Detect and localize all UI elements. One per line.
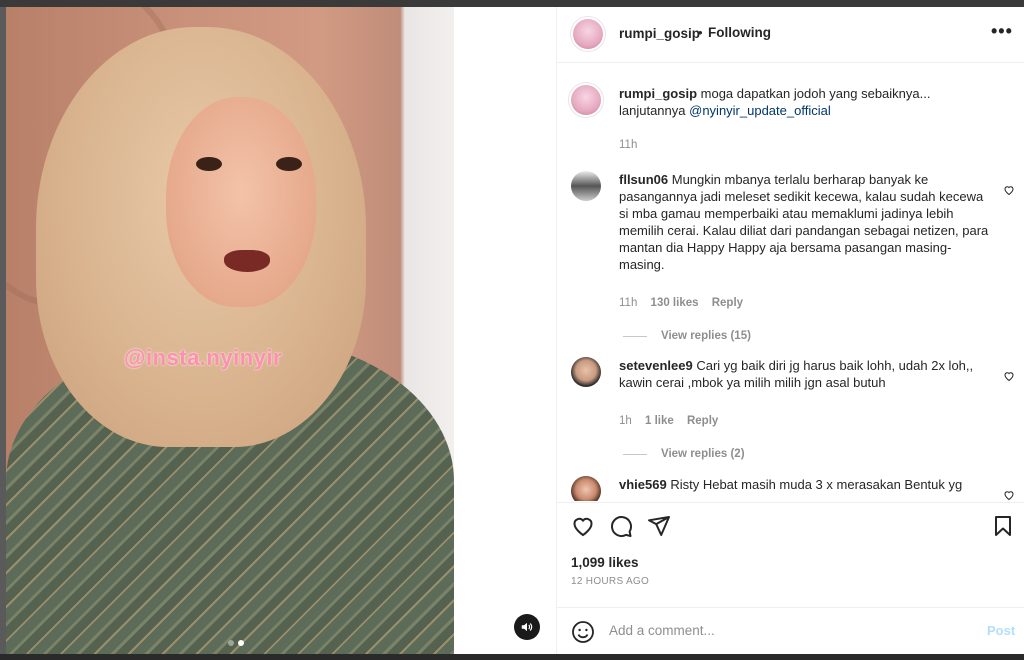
caption-mention-link[interactable]: @nyinyir_update_official	[689, 103, 831, 118]
carousel-dot	[228, 640, 234, 646]
comment-avatar[interactable]	[571, 357, 601, 387]
comment-reply-button[interactable]: Reply	[712, 297, 743, 309]
author-avatar[interactable]	[573, 19, 603, 49]
comment-time[interactable]: 11h	[619, 297, 637, 309]
following-button[interactable]: Following	[708, 25, 771, 40]
browser-top-strip	[0, 0, 1024, 7]
comment-text: setevenlee9 Cari yg baik diri jg harus b…	[619, 357, 989, 391]
view-replies-line	[623, 336, 647, 337]
add-comment-input[interactable]: Add a comment...	[609, 623, 715, 638]
post-comment-button[interactable]: Post	[987, 623, 1015, 638]
view-replies-label: View replies (2)	[661, 448, 745, 460]
caption-avatar[interactable]	[571, 85, 601, 115]
comment-likes[interactable]: 1 like	[645, 415, 674, 427]
share-paper-plane-icon[interactable]	[647, 514, 671, 543]
view-replies-button[interactable]: View replies (2)	[623, 446, 745, 463]
add-comment-bar: Add a comment... Post	[557, 607, 1024, 656]
post-media[interactable]: @insta.nyinyir	[6, 7, 454, 654]
caption-username[interactable]: rumpi_gosip	[619, 86, 697, 101]
carousel-dot-active	[238, 640, 244, 646]
comment-bubble-icon[interactable]	[609, 514, 633, 543]
post-header: rumpi_gosip • Following •••	[557, 7, 1024, 63]
browser-bottom-strip	[0, 654, 1024, 660]
media-mouth	[224, 250, 270, 272]
author-username[interactable]: rumpi_gosip	[619, 26, 700, 41]
comment-text: fllsun06 Mungkin mbanya terlalu berharap…	[619, 171, 989, 273]
sound-toggle-button[interactable]	[514, 614, 540, 640]
separator-dot: •	[698, 25, 703, 40]
post-timestamp[interactable]: 12 HOURS AGO	[571, 576, 649, 587]
comment-item: fllsun06 Mungkin mbanya terlalu berharap…	[571, 171, 1014, 351]
comment-username[interactable]: setevenlee9	[619, 358, 693, 373]
save-bookmark-icon[interactable]	[991, 514, 1015, 543]
comment-like-heart-icon[interactable]	[1003, 369, 1015, 386]
comments-list[interactable]: rumpi_gosip moga dapatkan jodoh yang seb…	[557, 63, 1024, 501]
comment-like-heart-icon[interactable]	[1003, 488, 1015, 501]
comment-meta: 1h 1 like Reply	[619, 413, 728, 430]
media-eye-right	[276, 157, 302, 171]
likes-count[interactable]: 1,099 likes	[571, 555, 639, 570]
comment-item: vhie569 Risty Hebat masih muda 3 x meras…	[571, 476, 1014, 501]
carousel-dots	[228, 640, 244, 646]
comment-item: setevenlee9 Cari yg baik diri jg harus b…	[571, 357, 1014, 467]
speaker-icon	[521, 622, 533, 632]
comment-like-heart-icon[interactable]	[1003, 183, 1015, 200]
caption: rumpi_gosip moga dapatkan jodoh yang seb…	[571, 85, 1011, 155]
media-face	[166, 97, 316, 307]
view-replies-button[interactable]: View replies (15)	[623, 328, 751, 345]
comment-avatar[interactable]	[571, 171, 601, 201]
comment-time[interactable]: 1h	[619, 415, 632, 427]
caption-time[interactable]: 11h	[619, 139, 637, 151]
media-gap	[454, 7, 556, 654]
caption-meta: 11h	[619, 137, 647, 154]
comment-meta: 11h 130 likes Reply	[619, 295, 753, 312]
comment-avatar[interactable]	[571, 476, 601, 501]
media-watermark: @insta.nyinyir	[124, 345, 283, 370]
post-actions: 1,099 likes 12 HOURS AGO Add a comment..…	[557, 502, 1024, 655]
comment-username[interactable]: fllsun06	[619, 172, 668, 187]
comment-text: vhie569 Risty Hebat masih muda 3 x meras…	[619, 476, 989, 493]
comment-body: Risty Hebat masih muda 3 x merasakan Ben…	[670, 477, 963, 492]
like-heart-icon[interactable]	[571, 514, 595, 543]
comment-likes[interactable]: 130 likes	[651, 297, 699, 309]
comment-body: Mungkin mbanya terlalu berharap banyak k…	[619, 172, 989, 272]
view-replies-label: View replies (15)	[661, 330, 751, 342]
caption-text: rumpi_gosip moga dapatkan jodoh yang seb…	[619, 85, 989, 119]
post-details-panel: rumpi_gosip • Following ••• rumpi_gosip …	[556, 7, 1024, 654]
comment-username[interactable]: vhie569	[619, 477, 667, 492]
comment-reply-button[interactable]: Reply	[687, 415, 718, 427]
view-replies-line	[623, 454, 647, 455]
emoji-smiley-icon[interactable]	[571, 620, 595, 649]
media-eye-left	[196, 157, 222, 171]
more-options-icon[interactable]: •••	[991, 21, 1013, 42]
